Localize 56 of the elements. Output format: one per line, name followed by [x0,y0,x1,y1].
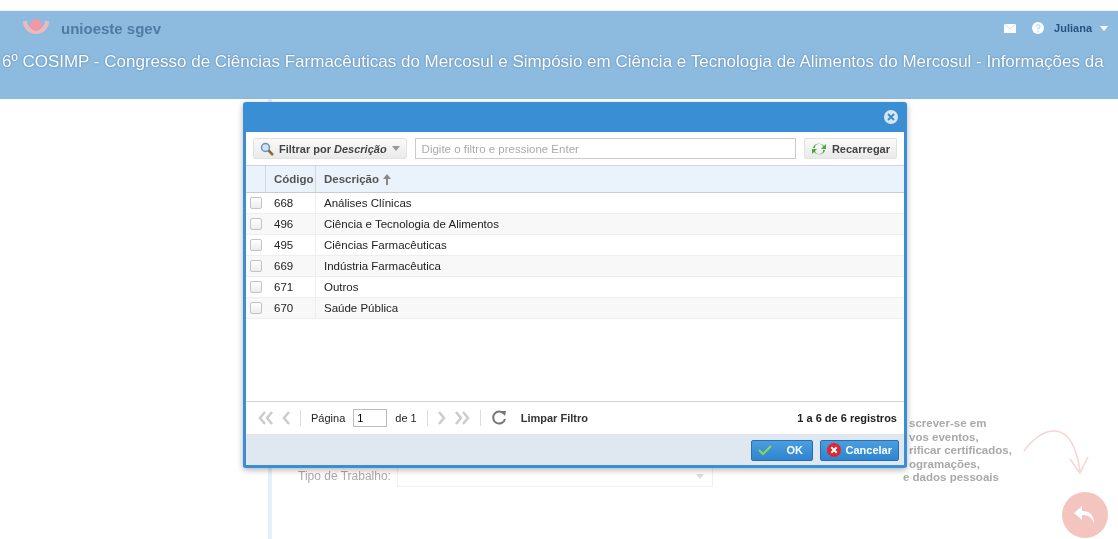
record-count: 1 a 6 de 6 registros [797,412,897,424]
table-cell: 495 [266,235,316,255]
hint-text: vos eventos, [909,430,980,444]
caret-icon[interactable] [1100,25,1108,31]
hint-text: e dados pessoais [903,471,1000,485]
hint-text: screver-se em [909,417,988,431]
table-cell-text: Saúde Pública [323,301,400,316]
search-icon [260,141,274,156]
table-cell: 670 [266,298,316,318]
first-page-icon[interactable] [258,411,274,425]
sort-arrow-icon[interactable] [383,173,391,185]
row-checkbox[interactable] [250,197,262,209]
column-header[interactable]: Código [266,166,316,192]
table-cell-text: Ciência e Tecnologia de Alimentos [323,217,500,232]
table-cell: 496 [266,214,316,234]
table-cell-text: Outros [323,280,360,295]
close-icon[interactable] [884,110,898,124]
back-button[interactable] [1062,492,1108,538]
help-icon[interactable] [1032,22,1045,34]
filter-dropdown[interactable]: Filtrar por Descrição [253,138,407,159]
page-field[interactable]: 1 [353,409,388,427]
row-checkbox[interactable] [250,239,262,251]
page-count: de 1 [395,412,417,424]
row-checkbox[interactable] [250,218,262,230]
previous-page-icon[interactable] [282,411,290,425]
hint-text: ogramações, [909,457,981,471]
table-cell: 671 [266,277,316,297]
reload-button[interactable]: Recarregar [803,138,897,159]
page-label: Página [311,412,346,424]
table-cell-text: Ciências Farmacêuticas [323,238,448,253]
check-icon [757,444,772,456]
row-checkbox[interactable] [250,281,262,293]
row-checkbox[interactable] [250,260,262,272]
table-cell: 669 [266,256,316,276]
row-checkbox[interactable] [250,302,262,314]
hint-text: rificar certificados, [909,444,1012,458]
mail-icon[interactable] [1004,23,1017,33]
reply-arrow-icon [1074,506,1096,524]
caret-icon[interactable] [696,473,704,479]
logo-text: unioeste sgev [61,19,162,37]
table-cell: 668 [266,193,316,213]
table-cell-text: Indústria Farmacêutica [323,259,442,274]
caret-icon [391,146,400,151]
close-icon [826,443,841,457]
last-page-icon[interactable] [453,411,470,425]
clear-filter-link[interactable]: Limpar Filtro [520,412,588,424]
column-header[interactable]: Descrição [324,173,379,185]
next-page-icon[interactable] [437,411,446,425]
field-label: Tipo de Trabalho: [298,469,391,483]
filter-field[interactable]: Digite o filtro e pressione Enter [414,138,796,159]
refresh-icon [810,141,827,156]
table-cell-text: Análises Clínicas [323,196,413,211]
refresh-icon[interactable] [490,410,507,426]
page-title: 6º COSIMP - Congresso de Ciências Farmacêuticas do Mercosul e Simpósio em Ciência e Tecnologia de Alimentos do Mercosul - Informações da [1,52,1105,72]
logo-icon [21,19,51,37]
user-menu[interactable]: Juliana [1054,22,1092,34]
